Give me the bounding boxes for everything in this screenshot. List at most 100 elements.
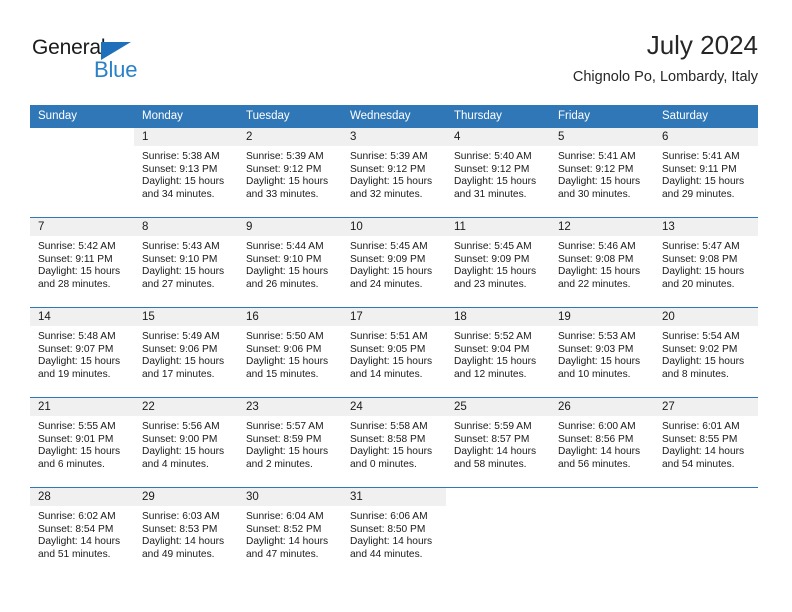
- weekday-header-friday: Friday: [550, 105, 654, 128]
- day-details: Sunrise: 6:01 AM Sunset: 8:55 PM Daylight:…: [654, 416, 758, 471]
- calendar-day-cell[interactable]: 8 Sunrise: 5:43 AM Sunset: 9:10 PM Daylight…: [134, 218, 238, 307]
- daylight-text-line1: Daylight: 15 hours: [454, 266, 537, 278]
- calendar-day-cell[interactable]: 12 Sunrise: 5:46 AM Sunset: 9:08 PM Dayligh…: [550, 218, 654, 307]
- calendar-day-cell[interactable]: 10 Sunrise: 5:45 AM Sunset: 9:09 PM Dayligh…: [342, 218, 446, 307]
- daylight-text-line2: and 22 minutes.: [558, 278, 631, 290]
- sunset-text: Sunset: 9:01 PM: [38, 433, 114, 445]
- sunrise-text: Sunrise: 5:41 AM: [662, 151, 740, 162]
- day-details: Sunrise: 5:58 AM Sunset: 8:58 PM Daylight:…: [342, 416, 446, 471]
- day-details: Sunrise: 5:44 AM Sunset: 9:10 PM Daylight:…: [238, 236, 342, 291]
- calendar-week-row: 21 Sunrise: 5:55 AM Sunset: 9:01 PM Dayligh…: [30, 397, 758, 488]
- general-blue-logo[interactable]: General Blue: [32, 36, 152, 88]
- calendar-cell: 19 Sunrise: 5:53 AM Sunset: 9:03 PM Dayligh…: [550, 307, 654, 398]
- day-details: Sunrise: 5:38 AM Sunset: 9:13 PM Daylight:…: [134, 146, 238, 201]
- calendar-empty-cell: [550, 488, 654, 577]
- day-number: 1: [134, 128, 238, 146]
- sunset-text: Sunset: 9:11 PM: [662, 163, 737, 175]
- daylight-text-line2: and 56 minutes.: [558, 458, 631, 470]
- calendar-day-cell[interactable]: 20 Sunrise: 5:54 AM Sunset: 9:02 PM Dayligh…: [654, 308, 758, 397]
- sunset-text: Sunset: 9:09 PM: [454, 253, 530, 265]
- calendar-cell: 8 Sunrise: 5:43 AM Sunset: 9:10 PM Daylight…: [134, 217, 238, 308]
- calendar-day-cell[interactable]: 3 Sunrise: 5:39 AM Sunset: 9:12 PM Daylight…: [342, 128, 446, 217]
- calendar-day-cell[interactable]: 24 Sunrise: 5:58 AM Sunset: 8:58 PM Dayligh…: [342, 398, 446, 487]
- daylight-text-line1: Daylight: 15 hours: [142, 356, 225, 368]
- day-number: 3: [342, 128, 446, 146]
- calendar-cell: 18 Sunrise: 5:52 AM Sunset: 9:04 PM Dayligh…: [446, 307, 550, 398]
- daylight-text-line1: Daylight: 15 hours: [142, 266, 225, 278]
- calendar-day-cell[interactable]: 27 Sunrise: 6:01 AM Sunset: 8:55 PM Dayligh…: [654, 398, 758, 487]
- sunrise-text: Sunrise: 5:42 AM: [38, 241, 116, 252]
- calendar-day-cell[interactable]: 9 Sunrise: 5:44 AM Sunset: 9:10 PM Daylight…: [238, 218, 342, 307]
- calendar-day-cell[interactable]: 4 Sunrise: 5:40 AM Sunset: 9:12 PM Daylight…: [446, 128, 550, 217]
- day-number: 24: [342, 398, 446, 416]
- sunset-text: Sunset: 9:12 PM: [246, 163, 322, 175]
- day-number: 25: [446, 398, 550, 416]
- day-number: 7: [30, 218, 134, 236]
- calendar-day-cell[interactable]: 1 Sunrise: 5:38 AM Sunset: 9:13 PM Daylight…: [134, 128, 238, 217]
- daylight-text-line2: and 23 minutes.: [454, 278, 527, 290]
- calendar-day-cell[interactable]: 14 Sunrise: 5:48 AM Sunset: 9:07 PM Dayligh…: [30, 308, 134, 397]
- calendar-header-row: Sunday Monday Tuesday Wednesday Thursday…: [30, 105, 758, 128]
- day-details: Sunrise: 5:56 AM Sunset: 9:00 PM Daylight:…: [134, 416, 238, 471]
- page-title: July 2024: [646, 30, 758, 60]
- sunrise-text: Sunrise: 5:53 AM: [558, 331, 636, 342]
- day-number: 31: [342, 488, 446, 506]
- sunset-text: Sunset: 9:12 PM: [454, 163, 530, 175]
- day-number: 30: [238, 488, 342, 506]
- calendar-day-cell[interactable]: 2 Sunrise: 5:39 AM Sunset: 9:12 PM Daylight…: [238, 128, 342, 217]
- daylight-text-line2: and 49 minutes.: [142, 548, 215, 560]
- daylight-text-line2: and 58 minutes.: [454, 458, 527, 470]
- calendar-day-cell[interactable]: 7 Sunrise: 5:42 AM Sunset: 9:11 PM Daylight…: [30, 218, 134, 307]
- sunrise-text: Sunrise: 6:01 AM: [662, 421, 740, 432]
- calendar-day-cell[interactable]: 31 Sunrise: 6:06 AM Sunset: 8:50 PM Dayligh…: [342, 488, 446, 577]
- day-number: 5: [550, 128, 654, 146]
- calendar-cell: 14 Sunrise: 5:48 AM Sunset: 9:07 PM Dayligh…: [30, 307, 134, 398]
- sunset-text: Sunset: 9:03 PM: [558, 343, 634, 355]
- calendar-day-cell[interactable]: 23 Sunrise: 5:57 AM Sunset: 8:59 PM Dayligh…: [238, 398, 342, 487]
- sunset-text: Sunset: 9:06 PM: [142, 343, 218, 355]
- calendar-cell: 16 Sunrise: 5:50 AM Sunset: 9:06 PM Dayligh…: [238, 307, 342, 398]
- calendar-day-cell[interactable]: 16 Sunrise: 5:50 AM Sunset: 9:06 PM Dayligh…: [238, 308, 342, 397]
- calendar-day-cell[interactable]: 28 Sunrise: 6:02 AM Sunset: 8:54 PM Dayligh…: [30, 488, 134, 577]
- calendar-week-row: 14 Sunrise: 5:48 AM Sunset: 9:07 PM Dayligh…: [30, 307, 758, 398]
- day-number: [654, 488, 758, 506]
- sunset-text: Sunset: 8:54 PM: [38, 523, 114, 535]
- calendar-cell: 15 Sunrise: 5:49 AM Sunset: 9:06 PM Dayligh…: [134, 307, 238, 398]
- daylight-text-line2: and 24 minutes.: [350, 278, 423, 290]
- calendar-cell: 12 Sunrise: 5:46 AM Sunset: 9:08 PM Dayligh…: [550, 217, 654, 308]
- calendar-day-cell[interactable]: 15 Sunrise: 5:49 AM Sunset: 9:06 PM Dayligh…: [134, 308, 238, 397]
- day-details: Sunrise: 5:39 AM Sunset: 9:12 PM Daylight:…: [238, 146, 342, 201]
- sunset-text: Sunset: 9:09 PM: [350, 253, 426, 265]
- calendar-day-cell[interactable]: 21 Sunrise: 5:55 AM Sunset: 9:01 PM Dayligh…: [30, 398, 134, 487]
- calendar-cell: 25 Sunrise: 5:59 AM Sunset: 8:57 PM Dayligh…: [446, 397, 550, 488]
- sunset-text: Sunset: 8:59 PM: [246, 433, 322, 445]
- calendar-day-cell[interactable]: 13 Sunrise: 5:47 AM Sunset: 9:08 PM Dayligh…: [654, 218, 758, 307]
- calendar-cell: [550, 487, 654, 577]
- day-details: Sunrise: 6:04 AM Sunset: 8:52 PM Daylight:…: [238, 506, 342, 561]
- calendar-day-cell[interactable]: 26 Sunrise: 6:00 AM Sunset: 8:56 PM Dayligh…: [550, 398, 654, 487]
- daylight-text-line2: and 54 minutes.: [662, 458, 735, 470]
- calendar-day-cell[interactable]: 25 Sunrise: 5:59 AM Sunset: 8:57 PM Dayligh…: [446, 398, 550, 487]
- sunset-text: Sunset: 9:06 PM: [246, 343, 322, 355]
- sunrise-text: Sunrise: 5:45 AM: [454, 241, 532, 252]
- calendar-day-cell[interactable]: 6 Sunrise: 5:41 AM Sunset: 9:11 PM Daylight…: [654, 128, 758, 217]
- sunset-text: Sunset: 9:12 PM: [558, 163, 634, 175]
- calendar-day-cell[interactable]: 22 Sunrise: 5:56 AM Sunset: 9:00 PM Dayligh…: [134, 398, 238, 487]
- daylight-text-line2: and 26 minutes.: [246, 278, 319, 290]
- daylight-text-line2: and 6 minutes.: [38, 458, 105, 470]
- day-details: Sunrise: 5:47 AM Sunset: 9:08 PM Daylight:…: [654, 236, 758, 291]
- sunset-text: Sunset: 8:58 PM: [350, 433, 426, 445]
- calendar-day-cell[interactable]: 11 Sunrise: 5:45 AM Sunset: 9:09 PM Dayligh…: [446, 218, 550, 307]
- daylight-text-line2: and 27 minutes.: [142, 278, 215, 290]
- calendar-day-cell[interactable]: 17 Sunrise: 5:51 AM Sunset: 9:05 PM Dayligh…: [342, 308, 446, 397]
- calendar-day-cell[interactable]: 29 Sunrise: 6:03 AM Sunset: 8:53 PM Dayligh…: [134, 488, 238, 577]
- calendar-day-cell[interactable]: 30 Sunrise: 6:04 AM Sunset: 8:52 PM Dayligh…: [238, 488, 342, 577]
- calendar-day-cell[interactable]: 18 Sunrise: 5:52 AM Sunset: 9:04 PM Dayligh…: [446, 308, 550, 397]
- calendar-day-cell[interactable]: 5 Sunrise: 5:41 AM Sunset: 9:12 PM Daylight…: [550, 128, 654, 217]
- sunset-text: Sunset: 8:55 PM: [662, 433, 738, 445]
- sunset-text: Sunset: 9:04 PM: [454, 343, 530, 355]
- day-number: 21: [30, 398, 134, 416]
- daylight-text-line2: and 31 minutes.: [454, 188, 527, 200]
- calendar-day-cell[interactable]: 19 Sunrise: 5:53 AM Sunset: 9:03 PM Dayligh…: [550, 308, 654, 397]
- sunrise-text: Sunrise: 5:59 AM: [454, 421, 532, 432]
